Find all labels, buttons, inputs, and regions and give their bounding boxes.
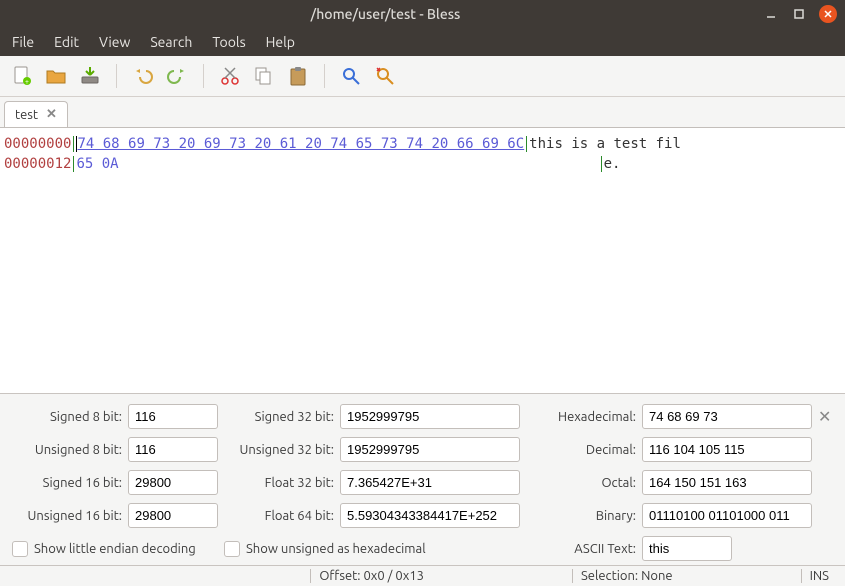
value-ascii[interactable] [642, 536, 732, 561]
value-bin[interactable] [642, 503, 812, 528]
find-icon[interactable] [339, 64, 363, 88]
unsigned-hex-label: Show unsigned as hexadecimal [246, 542, 426, 556]
data-interpretation-panel: Signed 8 bit: Signed 32 bit: Hexadecimal… [0, 393, 845, 565]
value-u8[interactable] [128, 437, 218, 462]
status-bar: Offset: 0x0 / 0x13 Selection: None INS [0, 565, 845, 586]
svg-text:+: + [25, 78, 29, 86]
hex-row: 00000000 74 68 69 73 20 69 73 20 61 20 74… [4, 134, 841, 154]
value-dec[interactable] [642, 437, 812, 462]
copy-icon[interactable] [252, 64, 276, 88]
value-f64[interactable] [340, 503, 520, 528]
label-u8: Unsigned 8 bit: [12, 443, 122, 457]
label-ascii: ASCII Text: [526, 542, 636, 556]
label-s16: Signed 16 bit: [12, 476, 122, 490]
label-u16: Unsigned 16 bit: [12, 509, 122, 523]
tab-test[interactable]: test ✕ [4, 101, 68, 127]
label-dec: Decimal: [526, 443, 636, 457]
separator-icon [116, 64, 117, 88]
label-u32: Unsigned 32 bit: [224, 443, 334, 457]
open-file-icon[interactable] [44, 64, 68, 88]
menu-edit[interactable]: Edit [54, 34, 79, 50]
title-bar: /home/user/test - Bless [0, 0, 845, 28]
little-endian-checkbox[interactable] [12, 541, 28, 557]
menu-tools[interactable]: Tools [212, 34, 245, 50]
value-hex[interactable] [642, 404, 812, 429]
undo-icon[interactable] [131, 64, 155, 88]
status-mode: INS [801, 569, 837, 583]
value-s16[interactable] [128, 470, 218, 495]
value-u16[interactable] [128, 503, 218, 528]
menu-bar: File Edit View Search Tools Help [0, 28, 845, 56]
ascii-col[interactable]: e. [604, 156, 621, 172]
status-selection: Selection: None [572, 569, 681, 583]
little-endian-label: Show little endian decoding [34, 542, 196, 556]
tab-label: test [15, 108, 38, 122]
minimize-button[interactable] [763, 6, 779, 22]
offset-col: 00000000 [4, 136, 71, 152]
hex-bytes[interactable]: 74 68 69 73 20 69 73 20 61 20 74 65 73 7… [76, 136, 524, 152]
label-hex: Hexadecimal: [526, 410, 636, 424]
find-replace-icon[interactable] [373, 64, 397, 88]
hex-view[interactable]: 00000000 74 68 69 73 20 69 73 20 61 20 74… [0, 127, 845, 393]
new-file-icon[interactable]: + [10, 64, 34, 88]
value-s8[interactable] [128, 404, 218, 429]
separator-icon [324, 64, 325, 88]
close-button[interactable] [819, 5, 837, 23]
tab-close-icon[interactable]: ✕ [46, 107, 57, 122]
cut-icon[interactable] [218, 64, 242, 88]
panel-close-icon[interactable]: ✕ [818, 407, 838, 426]
label-s32: Signed 32 bit: [224, 410, 334, 424]
status-offset: Offset: 0x0 / 0x13 [310, 569, 432, 583]
label-bin: Binary: [526, 509, 636, 523]
value-s32[interactable] [340, 404, 520, 429]
unsigned-hex-checkbox[interactable] [224, 541, 240, 557]
paste-icon[interactable] [286, 64, 310, 88]
label-f32: Float 32 bit: [224, 476, 334, 490]
value-oct[interactable] [642, 470, 812, 495]
menu-search[interactable]: Search [150, 34, 192, 50]
offset-col: 00000012 [4, 156, 71, 172]
menu-help[interactable]: Help [266, 34, 295, 50]
label-oct: Octal: [526, 476, 636, 490]
value-f32[interactable] [340, 470, 520, 495]
value-u32[interactable] [340, 437, 520, 462]
ascii-col[interactable]: this is a test fil [529, 136, 681, 152]
label-f64: Float 64 bit: [224, 509, 334, 523]
menu-file[interactable]: File [12, 34, 34, 50]
label-s8: Signed 8 bit: [12, 410, 122, 424]
window-title: /home/user/test - Bless [8, 6, 763, 22]
tab-bar: test ✕ [0, 97, 845, 127]
toolbar: + [0, 56, 845, 97]
menu-view[interactable]: View [99, 34, 130, 50]
hex-row: 00000012 65 0A e. [4, 154, 841, 174]
redo-icon[interactable] [165, 64, 189, 88]
save-file-icon[interactable] [78, 64, 102, 88]
hex-bytes[interactable]: 65 0A [76, 156, 118, 172]
separator-icon [203, 64, 204, 88]
maximize-button[interactable] [791, 6, 807, 22]
